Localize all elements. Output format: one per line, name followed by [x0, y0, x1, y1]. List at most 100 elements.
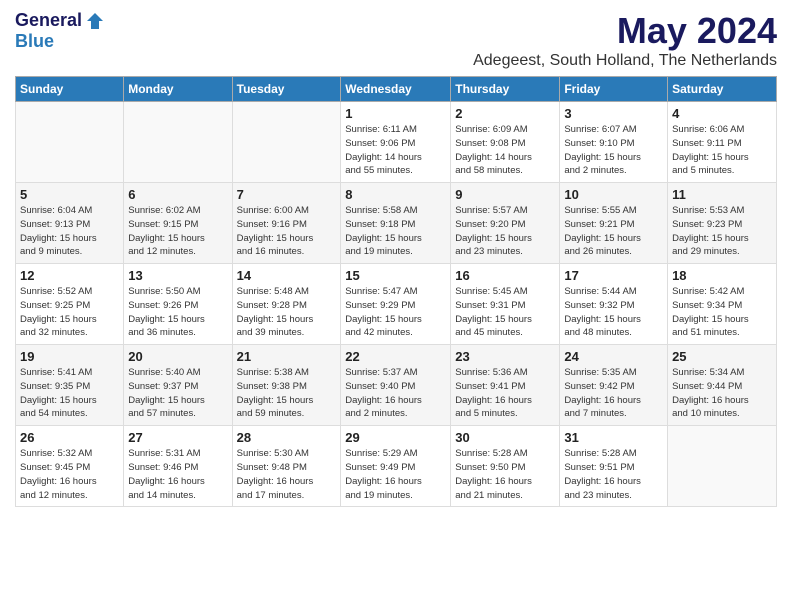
week-row-5: 26 Sunrise: 5:32 AM Sunset: 9:45 PM Dayli… [16, 426, 777, 507]
weekday-header-thursday: Thursday [451, 77, 560, 102]
calendar-cell: 29Sunrise: 5:29 AM Sunset: 9:49 PM Dayli… [341, 426, 451, 507]
day-info: Sunrise: 5:31 AM Sunset: 9:46 PM Dayligh… [128, 447, 227, 502]
calendar-cell: 8 Sunrise: 5:58 AM Sunset: 9:18 PM Daylig… [341, 183, 451, 264]
location-subtitle: Adegeest, South Holland, The Netherlands [473, 52, 777, 70]
day-number: 24 [564, 349, 663, 364]
day-number: 27 [128, 430, 227, 445]
calendar-cell: 18Sunrise: 5:42 AM Sunset: 9:34 PM Dayli… [668, 264, 777, 345]
day-info: Sunrise: 5:53 AM Sunset: 9:23 PM Dayligh… [672, 204, 772, 259]
calendar-cell: 20 Sunrise: 5:40 AM Sunset: 9:37 PM Dayli… [124, 345, 232, 426]
day-number: 26 [20, 430, 119, 445]
day-number: 25 [672, 349, 772, 364]
weekday-header-friday: Friday [560, 77, 668, 102]
day-info: Sunrise: 5:38 AM Sunset: 9:38 PM Dayligh… [237, 366, 337, 421]
day-info: Sunrise: 5:58 AM Sunset: 9:18 PM Dayligh… [345, 204, 446, 259]
day-info: Sunrise: 6:00 AM Sunset: 9:16 PM Dayligh… [237, 204, 337, 259]
calendar-cell: 2Sunrise: 6:09 AM Sunset: 9:08 PM Daylig… [451, 102, 560, 183]
month-title: May 2024 [473, 10, 777, 52]
day-number: 31 [564, 430, 663, 445]
calendar-cell: 12Sunrise: 5:52 AM Sunset: 9:25 PM Dayli… [16, 264, 124, 345]
calendar-cell: 15 Sunrise: 5:47 AM Sunset: 9:29 PM Dayli… [341, 264, 451, 345]
calendar-cell: 16 Sunrise: 5:45 AM Sunset: 9:31 PM Dayli… [451, 264, 560, 345]
day-info: Sunrise: 5:47 AM Sunset: 9:29 PM Dayligh… [345, 285, 446, 340]
calendar-cell [124, 102, 232, 183]
day-number: 14 [237, 268, 337, 283]
day-number: 28 [237, 430, 337, 445]
logo-blue-text: Blue [15, 31, 54, 52]
day-number: 21 [237, 349, 337, 364]
day-info: Sunrise: 6:11 AM Sunset: 9:06 PM Dayligh… [345, 123, 446, 178]
weekday-header-wednesday: Wednesday [341, 77, 451, 102]
calendar-cell [668, 426, 777, 507]
day-number: 15 [345, 268, 446, 283]
calendar-cell: 4 Sunrise: 6:06 AM Sunset: 9:11 PM Daylig… [668, 102, 777, 183]
calendar-cell: 6 Sunrise: 6:02 AM Sunset: 9:15 PM Daylig… [124, 183, 232, 264]
title-block: May 2024 Adegeest, South Holland, The Ne… [473, 10, 777, 70]
week-row-1: 1 Sunrise: 6:11 AM Sunset: 9:06 PM Daylig… [16, 102, 777, 183]
day-number: 4 [672, 106, 772, 121]
day-info: Sunrise: 5:28 AM Sunset: 9:51 PM Dayligh… [564, 447, 663, 502]
day-number: 1 [345, 106, 446, 121]
day-number: 2 [455, 106, 555, 121]
day-info: Sunrise: 5:55 AM Sunset: 9:21 PM Dayligh… [564, 204, 663, 259]
day-number: 29 [345, 430, 446, 445]
calendar-cell: 22 Sunrise: 5:37 AM Sunset: 9:40 PM Dayli… [341, 345, 451, 426]
day-number: 3 [564, 106, 663, 121]
calendar-cell: 3 Sunrise: 6:07 AM Sunset: 9:10 PM Daylig… [560, 102, 668, 183]
calendar-cell: 31 Sunrise: 5:28 AM Sunset: 9:51 PM Dayli… [560, 426, 668, 507]
calendar-page: General Blue May 2024 Adegeest, South Ho… [0, 0, 792, 517]
day-info: Sunrise: 5:32 AM Sunset: 9:45 PM Dayligh… [20, 447, 119, 502]
day-number: 9 [455, 187, 555, 202]
day-info: Sunrise: 5:40 AM Sunset: 9:37 PM Dayligh… [128, 366, 227, 421]
week-row-3: 12Sunrise: 5:52 AM Sunset: 9:25 PM Dayli… [16, 264, 777, 345]
calendar-cell: 1 Sunrise: 6:11 AM Sunset: 9:06 PM Daylig… [341, 102, 451, 183]
day-info: Sunrise: 5:35 AM Sunset: 9:42 PM Dayligh… [564, 366, 663, 421]
day-number: 6 [128, 187, 227, 202]
day-info: Sunrise: 5:45 AM Sunset: 9:31 PM Dayligh… [455, 285, 555, 340]
calendar-cell: 9 Sunrise: 5:57 AM Sunset: 9:20 PM Daylig… [451, 183, 560, 264]
day-info: Sunrise: 6:04 AM Sunset: 9:13 PM Dayligh… [20, 204, 119, 259]
day-info: Sunrise: 6:02 AM Sunset: 9:15 PM Dayligh… [128, 204, 227, 259]
day-number: 16 [455, 268, 555, 283]
day-info: Sunrise: 5:57 AM Sunset: 9:20 PM Dayligh… [455, 204, 555, 259]
day-number: 20 [128, 349, 227, 364]
calendar-cell: 14 Sunrise: 5:48 AM Sunset: 9:28 PM Dayli… [232, 264, 341, 345]
day-number: 8 [345, 187, 446, 202]
logo: General Blue [15, 10, 105, 52]
calendar-cell: 24 Sunrise: 5:35 AM Sunset: 9:42 PM Dayli… [560, 345, 668, 426]
calendar-cell [232, 102, 341, 183]
calendar-cell: 27 Sunrise: 5:31 AM Sunset: 9:46 PM Dayli… [124, 426, 232, 507]
calendar-thead: SundayMondayTuesdayWednesdayThursdayFrid… [16, 77, 777, 102]
day-number: 7 [237, 187, 337, 202]
weekday-header-saturday: Saturday [668, 77, 777, 102]
calendar-tbody: 1 Sunrise: 6:11 AM Sunset: 9:06 PM Daylig… [16, 102, 777, 507]
calendar-cell: 19Sunrise: 5:41 AM Sunset: 9:35 PM Dayli… [16, 345, 124, 426]
calendar-cell: 5 Sunrise: 6:04 AM Sunset: 9:13 PM Daylig… [16, 183, 124, 264]
logo-icon [85, 11, 105, 31]
day-number: 30 [455, 430, 555, 445]
day-number: 5 [20, 187, 119, 202]
calendar-cell: 10Sunrise: 5:55 AM Sunset: 9:21 PM Dayli… [560, 183, 668, 264]
day-info: Sunrise: 6:07 AM Sunset: 9:10 PM Dayligh… [564, 123, 663, 178]
day-number: 22 [345, 349, 446, 364]
day-info: Sunrise: 5:48 AM Sunset: 9:28 PM Dayligh… [237, 285, 337, 340]
day-info: Sunrise: 6:06 AM Sunset: 9:11 PM Dayligh… [672, 123, 772, 178]
calendar-header: General Blue May 2024 Adegeest, South Ho… [15, 10, 777, 70]
weekday-header-tuesday: Tuesday [232, 77, 341, 102]
weekday-header-sunday: Sunday [16, 77, 124, 102]
calendar-cell: 17Sunrise: 5:44 AM Sunset: 9:32 PM Dayli… [560, 264, 668, 345]
week-row-2: 5 Sunrise: 6:04 AM Sunset: 9:13 PM Daylig… [16, 183, 777, 264]
day-info: Sunrise: 5:50 AM Sunset: 9:26 PM Dayligh… [128, 285, 227, 340]
day-number: 11 [672, 187, 772, 202]
week-row-4: 19Sunrise: 5:41 AM Sunset: 9:35 PM Dayli… [16, 345, 777, 426]
calendar-cell: 23Sunrise: 5:36 AM Sunset: 9:41 PM Dayli… [451, 345, 560, 426]
calendar-cell: 26 Sunrise: 5:32 AM Sunset: 9:45 PM Dayli… [16, 426, 124, 507]
day-number: 13 [128, 268, 227, 283]
logo-general-text: General [15, 10, 82, 31]
day-info: Sunrise: 5:37 AM Sunset: 9:40 PM Dayligh… [345, 366, 446, 421]
calendar-cell: 21 Sunrise: 5:38 AM Sunset: 9:38 PM Dayli… [232, 345, 341, 426]
calendar-cell: 11 Sunrise: 5:53 AM Sunset: 9:23 PM Dayli… [668, 183, 777, 264]
day-info: Sunrise: 5:34 AM Sunset: 9:44 PM Dayligh… [672, 366, 772, 421]
day-info: Sunrise: 5:52 AM Sunset: 9:25 PM Dayligh… [20, 285, 119, 340]
calendar-cell [16, 102, 124, 183]
